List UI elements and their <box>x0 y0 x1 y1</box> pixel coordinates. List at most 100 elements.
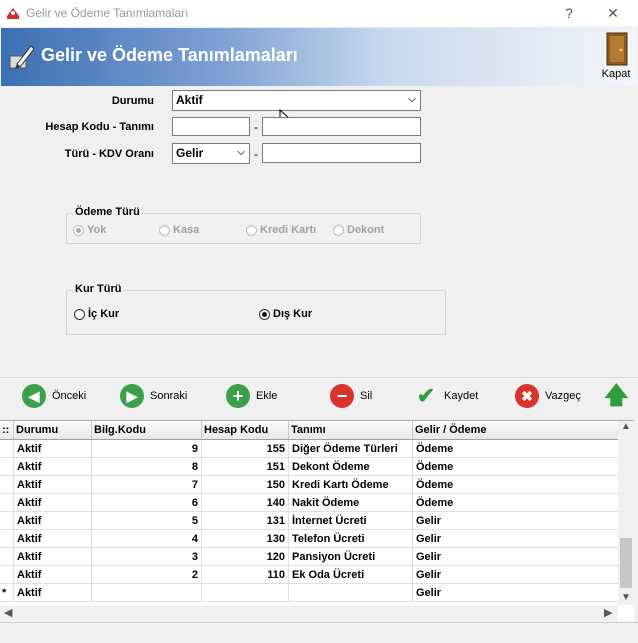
table-cell[interactable]: Gelir <box>413 566 620 584</box>
table-cell[interactable]: Aktif <box>14 530 92 548</box>
row-indicator[interactable] <box>0 476 14 494</box>
table-row[interactable]: Aktif 9 155 Diğer Ödeme Türleri Ödeme <box>0 440 620 458</box>
horizontal-scrollbar[interactable]: ◀ ▶ <box>0 605 618 621</box>
delete-button[interactable]: − Sil <box>330 384 372 412</box>
row-indicator[interactable] <box>0 512 14 530</box>
prev-button[interactable]: ◀ Önceki <box>22 384 86 412</box>
row-indicator[interactable] <box>0 566 14 584</box>
table-row[interactable]: Aktif 6 140 Nakit Ödeme Ödeme <box>0 494 620 512</box>
table-cell[interactable]: 9 <box>92 440 202 458</box>
row-indicator[interactable] <box>0 548 14 566</box>
table-cell[interactable]: 130 <box>202 530 289 548</box>
col-header-gelir-odeme[interactable]: Gelir / Ödeme <box>413 421 620 439</box>
table-cell[interactable]: Ödeme <box>413 440 620 458</box>
help-button[interactable]: ? <box>556 3 582 23</box>
table-cell[interactable]: 3 <box>92 548 202 566</box>
scroll-right-icon[interactable]: ▶ <box>604 606 612 619</box>
durumu-select[interactable]: Aktif ⌵ <box>172 90 421 111</box>
table-cell[interactable]: Gelir <box>413 548 620 566</box>
odeme-turu-caption: Ödeme Türü <box>73 206 142 218</box>
table-cell[interactable]: Ödeme <box>413 458 620 476</box>
kapat-button[interactable]: Kapat <box>595 30 637 82</box>
turu-select[interactable]: Gelir ⌵ <box>172 143 250 164</box>
row-indicator[interactable]: * <box>0 584 14 602</box>
table-cell[interactable]: Aktif <box>14 476 92 494</box>
col-header-tanimi[interactable]: Tanımı <box>289 421 413 439</box>
hesap-kodu-input[interactable] <box>172 117 250 136</box>
table-cell[interactable]: Ödeme <box>413 494 620 512</box>
table-cell[interactable]: 155 <box>202 440 289 458</box>
table-cell[interactable]: 7 <box>92 476 202 494</box>
table-cell[interactable]: 5 <box>92 512 202 530</box>
table-cell[interactable]: Pansiyon Ücreti <box>289 548 413 566</box>
table-cell[interactable]: 2 <box>92 566 202 584</box>
table-cell[interactable]: 150 <box>202 476 289 494</box>
status-bar <box>0 622 638 643</box>
scroll-down-icon[interactable]: ▼ <box>621 592 631 603</box>
table-cell[interactable]: 120 <box>202 548 289 566</box>
cancel-button[interactable]: ✖ Vazgeç <box>515 384 581 412</box>
table-cell[interactable] <box>202 584 289 602</box>
scroll-left-icon[interactable]: ◀ <box>4 606 12 619</box>
table-cell[interactable]: Telefon Ücreti <box>289 530 413 548</box>
odeme-radio-dekont[interactable]: Dekont <box>333 224 384 236</box>
table-cell[interactable]: Aktif <box>14 512 92 530</box>
odeme-radio-kasa[interactable]: Kasa <box>159 224 199 236</box>
table-cell[interactable] <box>92 584 202 602</box>
table-row[interactable]: Aktif 8 151 Dekont Ödeme Ödeme <box>0 458 620 476</box>
table-cell[interactable]: Gelir <box>413 584 620 602</box>
table-cell[interactable]: Kredi Kartı Ödeme <box>289 476 413 494</box>
row-indicator[interactable] <box>0 440 14 458</box>
table-cell[interactable]: Nakit Ödeme <box>289 494 413 512</box>
table-cell[interactable]: Aktif <box>14 494 92 512</box>
table-cell[interactable]: Aktif <box>14 440 92 458</box>
col-header-durumu[interactable]: Durumu <box>14 421 92 439</box>
vertical-scrollbar[interactable]: ▲ ▼ <box>618 421 634 605</box>
table-row[interactable]: Aktif 7 150 Kredi Kartı Ödeme Ödeme <box>0 476 620 494</box>
table-cell[interactable]: Aktif <box>14 458 92 476</box>
table-cell[interactable] <box>289 584 413 602</box>
up-button[interactable]: 🡅 <box>604 384 629 412</box>
table-cell[interactable]: 151 <box>202 458 289 476</box>
kur-radio-ic-kur[interactable]: İç Kur <box>74 308 119 320</box>
kur-radio-dis-kur[interactable]: Dış Kur <box>259 308 312 320</box>
table-row[interactable]: Aktif 3 120 Pansiyon Ücreti Gelir <box>0 548 620 566</box>
save-button[interactable]: ✔ Kaydet <box>414 384 478 412</box>
radio-icon <box>259 308 270 320</box>
kdv-input[interactable] <box>262 143 421 163</box>
table-cell[interactable]: Diğer Ödeme Türleri <box>289 440 413 458</box>
table-cell[interactable]: 110 <box>202 566 289 584</box>
col-header-hesap-kodu[interactable]: Hesap Kodu <box>202 421 289 439</box>
table-cell[interactable]: Ek Oda Ücreti <box>289 566 413 584</box>
window-close-button[interactable]: ✕ <box>600 3 626 23</box>
scroll-up-icon[interactable]: ▲ <box>621 421 631 432</box>
row-indicator[interactable] <box>0 530 14 548</box>
table-cell[interactable]: 8 <box>92 458 202 476</box>
table-cell[interactable]: 4 <box>92 530 202 548</box>
table-cell[interactable]: Dekont Ödeme <box>289 458 413 476</box>
col-header-bilg-kodu[interactable]: Bilg.Kodu <box>92 421 202 439</box>
table-cell[interactable]: Gelir <box>413 512 620 530</box>
row-indicator[interactable] <box>0 458 14 476</box>
odeme-radio-yok[interactable]: Yok <box>73 224 106 236</box>
table-cell[interactable]: 131 <box>202 512 289 530</box>
table-row[interactable]: Aktif 2 110 Ek Oda Ücreti Gelir <box>0 566 620 584</box>
row-indicator[interactable] <box>0 494 14 512</box>
table-cell[interactable]: 140 <box>202 494 289 512</box>
odeme-radio-kredi-karti[interactable]: Kredi Kartı <box>246 224 316 236</box>
table-cell[interactable]: Aktif <box>14 566 92 584</box>
new-row[interactable]: * Aktif Gelir <box>0 584 620 602</box>
table-cell[interactable]: 6 <box>92 494 202 512</box>
pen-document-icon <box>7 42 37 72</box>
hesap-tanimi-input[interactable] <box>262 117 421 136</box>
scroll-thumb[interactable] <box>620 538 632 588</box>
table-cell[interactable]: Gelir <box>413 530 620 548</box>
table-cell[interactable]: Aktif <box>14 548 92 566</box>
add-button[interactable]: + Ekle <box>226 384 277 412</box>
next-button[interactable]: ▶ Sonraki <box>120 384 187 412</box>
table-cell[interactable]: İnternet Ücreti <box>289 512 413 530</box>
table-cell[interactable]: Aktif <box>14 584 92 602</box>
table-row[interactable]: Aktif 5 131 İnternet Ücreti Gelir <box>0 512 620 530</box>
table-cell[interactable]: Ödeme <box>413 476 620 494</box>
table-row[interactable]: Aktif 4 130 Telefon Ücreti Gelir <box>0 530 620 548</box>
